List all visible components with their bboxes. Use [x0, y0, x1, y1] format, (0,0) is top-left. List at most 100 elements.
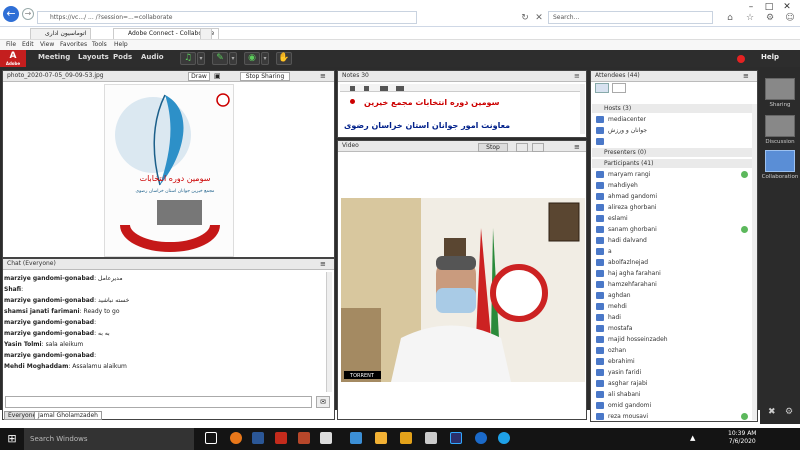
layout-settings-icon[interactable]: ⚙	[785, 407, 793, 417]
explorer-icon[interactable]	[375, 432, 387, 444]
app3-icon[interactable]	[425, 432, 437, 444]
attendee-row[interactable]: reza mousavi	[595, 412, 750, 421]
taskbar-search[interactable]: Search Windows	[24, 428, 194, 450]
forward-button[interactable]: →	[22, 8, 34, 20]
format-color-icon[interactable]	[380, 86, 388, 91]
attendee-row[interactable]: yasin faridi	[595, 368, 750, 377]
attendee-row[interactable]: asghar rajabi	[595, 379, 750, 388]
app-icon[interactable]	[320, 432, 332, 444]
taskbar-clock[interactable]: 10:39 AM 7/6/2020	[728, 430, 756, 446]
attendee-row[interactable]: جوانان و ورزش	[595, 126, 750, 135]
webcam-icon[interactable]: ◉	[244, 52, 260, 65]
attendee-row[interactable]: ozhan	[595, 346, 750, 355]
ie-icon[interactable]	[498, 432, 510, 444]
address-bar[interactable]: https://vc.../ ... /?session=...=collabo…	[37, 11, 417, 24]
menu-audio[interactable]: Audio	[141, 53, 164, 61]
attendee-row[interactable]: hadi dalvand	[595, 236, 750, 245]
compat-icon[interactable]: ✕	[534, 13, 544, 23]
app2-icon[interactable]	[350, 432, 362, 444]
menu-tools[interactable]: Tools	[92, 40, 107, 50]
close-button[interactable]: ✕	[778, 2, 796, 12]
photoshop-icon[interactable]	[450, 432, 462, 444]
attendee-group-header[interactable]: Hosts (3)	[592, 104, 756, 113]
chat-menu-icon[interactable]: ≡	[320, 260, 326, 268]
layout-tools-icon[interactable]: ✖	[768, 407, 776, 417]
attendee-row[interactable]: ahmad gandomi	[595, 192, 750, 201]
attendee-group-header[interactable]: Participants (41)	[592, 159, 756, 168]
layout-discussion[interactable]	[765, 115, 795, 137]
attendee-row[interactable]: sanam ghorbani	[595, 225, 750, 234]
menu-pods[interactable]: Pods	[113, 53, 132, 61]
firefox-icon[interactable]	[230, 432, 242, 444]
filmstrip-view-icon[interactable]	[532, 143, 544, 152]
menu-layouts[interactable]: Layouts	[78, 53, 109, 61]
speaker-dropdown[interactable]: ▾	[197, 52, 205, 65]
stop-sharing-button[interactable]: Stop Sharing	[240, 72, 290, 81]
stop-video-button[interactable]: Stop	[478, 143, 508, 152]
record-icon[interactable]	[737, 55, 745, 63]
attendee-row[interactable]: ebrahimi	[595, 357, 750, 366]
video-menu-icon[interactable]: ≡	[574, 143, 580, 151]
attendee-row[interactable]: eslami	[595, 214, 750, 223]
draw-button[interactable]: Draw	[188, 72, 210, 81]
format-list-icon[interactable]	[396, 86, 404, 91]
attendee-row[interactable]: mahdiyeh	[595, 181, 750, 190]
minimize-button[interactable]: –	[742, 2, 760, 12]
search-field[interactable]: Search...	[548, 11, 713, 24]
attendees-menu-icon[interactable]: ≡	[743, 72, 749, 80]
attendee-row[interactable]	[595, 137, 750, 146]
menu-edit[interactable]: Edit	[22, 40, 34, 50]
home-icon[interactable]: ⌂	[725, 13, 735, 23]
volume-icon[interactable]: ▲	[690, 434, 695, 442]
new-tab-button[interactable]	[200, 28, 212, 39]
attendee-row[interactable]: abolfazlnejad	[595, 258, 750, 267]
layout-collaboration[interactable]	[765, 150, 795, 172]
attendee-group-header[interactable]: Presenters (0)	[592, 148, 756, 157]
menu-view[interactable]: View	[40, 40, 54, 50]
settings-icon[interactable]: ⚙	[765, 13, 775, 23]
attendee-row[interactable]: hamzehfarahani	[595, 280, 750, 289]
acrobat-icon[interactable]	[275, 432, 287, 444]
task-view-icon[interactable]	[205, 432, 217, 444]
edge-icon[interactable]	[475, 432, 487, 444]
attendee-row[interactable]: mostafa	[595, 324, 750, 333]
start-button[interactable]: ⊞	[0, 428, 24, 450]
layout-sharing[interactable]	[765, 78, 795, 100]
attendee-row[interactable]: haj agha farahani	[595, 269, 750, 278]
format-bold-icon[interactable]	[350, 86, 355, 91]
attendee-row[interactable]: ali shabani	[595, 390, 750, 399]
menu-help[interactable]: Help	[114, 40, 128, 50]
notes-menu-icon[interactable]: ≡	[574, 72, 580, 80]
speaker-icon[interactable]: ♫	[180, 52, 196, 65]
webcam-dropdown[interactable]: ▾	[261, 52, 269, 65]
favorites-icon[interactable]: ☆	[745, 13, 755, 23]
menu-meeting[interactable]: Meeting	[38, 53, 70, 61]
back-button[interactable]: ←	[3, 6, 19, 22]
maximize-button[interactable]: □	[760, 2, 778, 12]
breakout-view-icon[interactable]	[612, 83, 626, 93]
help-menu[interactable]: Help	[761, 53, 779, 61]
smiley-icon[interactable]: ☺	[785, 13, 795, 23]
menu-file[interactable]: File	[6, 40, 16, 50]
mic-dropdown[interactable]: ▾	[229, 52, 237, 65]
raise-hand-icon[interactable]: ✋	[276, 52, 292, 65]
attendee-row[interactable]: aghdan	[595, 291, 750, 300]
chat-tab-private[interactable]: Jamal Gholamzadeh	[34, 411, 102, 420]
chat-send-button[interactable]: ✉	[316, 396, 330, 408]
attendees-scrollbar[interactable]	[752, 104, 757, 420]
grid-view-icon[interactable]	[516, 143, 528, 152]
notes-scrollbar[interactable]	[580, 84, 585, 134]
list-view-icon[interactable]	[595, 83, 609, 93]
mic-icon[interactable]: ✎	[212, 52, 228, 65]
attendee-row[interactable]: maryam rangi	[595, 170, 750, 179]
fullscreen-icon[interactable]: ▣	[214, 72, 224, 81]
folder-icon[interactable]	[400, 432, 412, 444]
powerpoint-icon[interactable]	[298, 432, 310, 444]
attendee-row[interactable]: alireza ghorbani	[595, 203, 750, 212]
attendee-row[interactable]: hadi	[595, 313, 750, 322]
tab-automation[interactable]: اتوماسیون اداری	[30, 28, 92, 39]
chat-input[interactable]	[5, 396, 312, 408]
pod-menu-icon[interactable]: ≡	[320, 72, 326, 80]
attendee-row[interactable]: mediacenter	[595, 115, 750, 124]
attendee-row[interactable]: mehdi	[595, 302, 750, 311]
